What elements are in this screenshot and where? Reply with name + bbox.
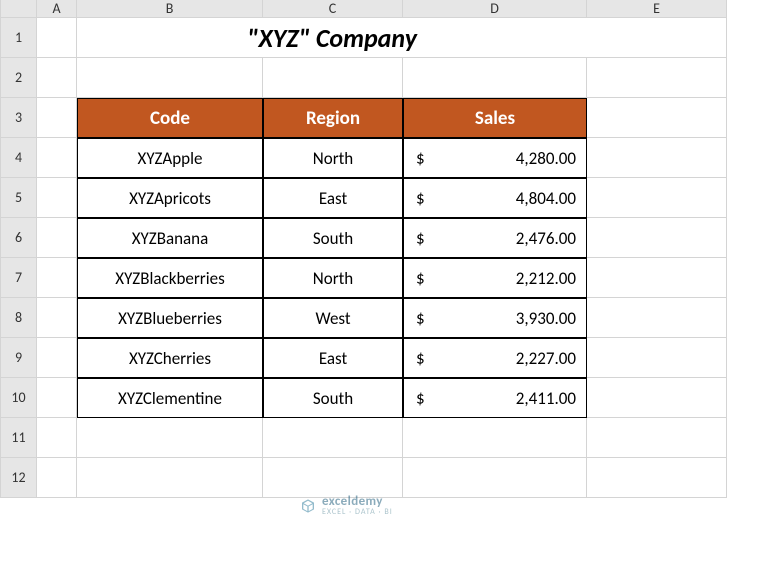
page-title[interactable]: "XYZ" Company bbox=[77, 18, 587, 58]
col-header-E[interactable]: E bbox=[587, 0, 727, 18]
cell-A8[interactable] bbox=[37, 298, 77, 338]
currency-symbol: $ bbox=[416, 308, 425, 329]
row-header-7[interactable]: 7 bbox=[1, 258, 37, 298]
select-all-corner[interactable] bbox=[1, 0, 37, 18]
cell-E12[interactable] bbox=[587, 458, 727, 498]
cell-sales-0[interactable]: $4,280.00 bbox=[403, 138, 587, 178]
table-header-region[interactable]: Region bbox=[263, 98, 403, 138]
cell-region-1[interactable]: East bbox=[263, 178, 403, 218]
cell-A9[interactable] bbox=[37, 338, 77, 378]
spreadsheet-grid: A B C D E 1 "XYZ" Company 2 3 Code Regio… bbox=[0, 0, 768, 498]
sales-value: 4,804.00 bbox=[516, 188, 576, 209]
row-header-3[interactable]: 3 bbox=[1, 98, 37, 138]
row-header-8[interactable]: 8 bbox=[1, 298, 37, 338]
sales-value: 4,280.00 bbox=[516, 148, 576, 169]
cell-code-2[interactable]: XYZBanana bbox=[77, 218, 263, 258]
col-header-A[interactable]: A bbox=[37, 0, 77, 18]
cell-C11[interactable] bbox=[263, 418, 403, 458]
cell-C12[interactable] bbox=[263, 458, 403, 498]
row-header-9[interactable]: 9 bbox=[1, 338, 37, 378]
cell-D12[interactable] bbox=[403, 458, 587, 498]
cell-A5[interactable] bbox=[37, 178, 77, 218]
cube-icon bbox=[300, 498, 316, 514]
cell-region-5[interactable]: East bbox=[263, 338, 403, 378]
watermark-text: exceldemy EXCEL · DATA · BI bbox=[322, 494, 393, 517]
cell-A1[interactable] bbox=[37, 18, 77, 58]
col-header-B[interactable]: B bbox=[77, 0, 263, 18]
cell-code-5[interactable]: XYZCherries bbox=[77, 338, 263, 378]
cell-B12[interactable] bbox=[77, 458, 263, 498]
cell-region-3[interactable]: North bbox=[263, 258, 403, 298]
cell-E10[interactable] bbox=[587, 378, 727, 418]
cell-E7[interactable] bbox=[587, 258, 727, 298]
cell-E11[interactable] bbox=[587, 418, 727, 458]
cell-E9[interactable] bbox=[587, 338, 727, 378]
cell-E3[interactable] bbox=[587, 98, 727, 138]
col-header-D[interactable]: D bbox=[403, 0, 587, 18]
cell-region-2[interactable]: South bbox=[263, 218, 403, 258]
sales-value: 3,930.00 bbox=[516, 308, 576, 329]
cell-A7[interactable] bbox=[37, 258, 77, 298]
row-header-5[interactable]: 5 bbox=[1, 178, 37, 218]
row-header-1[interactable]: 1 bbox=[1, 18, 37, 58]
cell-C2[interactable] bbox=[263, 58, 403, 98]
row-header-12[interactable]: 12 bbox=[1, 458, 37, 498]
cell-sales-4[interactable]: $3,930.00 bbox=[403, 298, 587, 338]
cell-D11[interactable] bbox=[403, 418, 587, 458]
cell-A12[interactable] bbox=[37, 458, 77, 498]
cell-E2[interactable] bbox=[587, 58, 727, 98]
row-header-2[interactable]: 2 bbox=[1, 58, 37, 98]
cell-region-0[interactable]: North bbox=[263, 138, 403, 178]
cell-E8[interactable] bbox=[587, 298, 727, 338]
table-header-sales[interactable]: Sales bbox=[403, 98, 587, 138]
cell-A6[interactable] bbox=[37, 218, 77, 258]
row-header-4[interactable]: 4 bbox=[1, 138, 37, 178]
cell-sales-5[interactable]: $2,227.00 bbox=[403, 338, 587, 378]
row-header-11[interactable]: 11 bbox=[1, 418, 37, 458]
sales-value: 2,227.00 bbox=[516, 348, 576, 369]
currency-symbol: $ bbox=[416, 148, 425, 169]
cell-code-6[interactable]: XYZClementine bbox=[77, 378, 263, 418]
cell-sales-3[interactable]: $2,212.00 bbox=[403, 258, 587, 298]
cell-A3[interactable] bbox=[37, 98, 77, 138]
row-header-10[interactable]: 10 bbox=[1, 378, 37, 418]
sales-value: 2,212.00 bbox=[516, 268, 576, 289]
cell-E6[interactable] bbox=[587, 218, 727, 258]
cell-code-1[interactable]: XYZApricots bbox=[77, 178, 263, 218]
cell-E1[interactable] bbox=[587, 18, 727, 58]
cell-A10[interactable] bbox=[37, 378, 77, 418]
cell-code-3[interactable]: XYZBlackberries bbox=[77, 258, 263, 298]
cell-D2[interactable] bbox=[403, 58, 587, 98]
sales-value: 2,411.00 bbox=[516, 388, 576, 409]
watermark-sub: EXCEL · DATA · BI bbox=[322, 507, 393, 517]
table-header-code[interactable]: Code bbox=[77, 98, 263, 138]
row-header-6[interactable]: 6 bbox=[1, 218, 37, 258]
cell-A11[interactable] bbox=[37, 418, 77, 458]
cell-region-6[interactable]: South bbox=[263, 378, 403, 418]
cell-A4[interactable] bbox=[37, 138, 77, 178]
sales-value: 2,476.00 bbox=[516, 228, 576, 249]
cell-E5[interactable] bbox=[587, 178, 727, 218]
currency-symbol: $ bbox=[416, 348, 425, 369]
cell-E4[interactable] bbox=[587, 138, 727, 178]
currency-symbol: $ bbox=[416, 188, 425, 209]
col-header-C[interactable]: C bbox=[263, 0, 403, 18]
cell-sales-2[interactable]: $2,476.00 bbox=[403, 218, 587, 258]
currency-symbol: $ bbox=[416, 228, 425, 249]
watermark: exceldemy EXCEL · DATA · BI bbox=[300, 494, 393, 517]
cell-sales-1[interactable]: $4,804.00 bbox=[403, 178, 587, 218]
cell-sales-6[interactable]: $2,411.00 bbox=[403, 378, 587, 418]
cell-B11[interactable] bbox=[77, 418, 263, 458]
cell-code-4[interactable]: XYZBlueberries bbox=[77, 298, 263, 338]
cell-A2[interactable] bbox=[37, 58, 77, 98]
cell-code-0[interactable]: XYZApple bbox=[77, 138, 263, 178]
currency-symbol: $ bbox=[416, 388, 425, 409]
cell-B2[interactable] bbox=[77, 58, 263, 98]
cell-region-4[interactable]: West bbox=[263, 298, 403, 338]
currency-symbol: $ bbox=[416, 268, 425, 289]
